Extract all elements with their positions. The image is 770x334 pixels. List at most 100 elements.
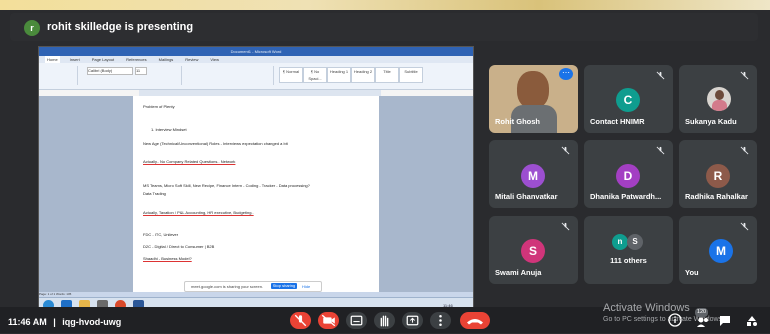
- share-toast-message: meet.google.com is sharing your screen.: [191, 284, 264, 289]
- participant-photo: [707, 87, 731, 111]
- participant-avatar: M: [709, 239, 733, 263]
- style-heading1: Heading 1: [327, 67, 351, 83]
- doc-line: MS Teams, Micro Soft Skill, New Recipe, …: [143, 183, 310, 188]
- doc-line: FDC - ITC, Unilever: [143, 232, 179, 237]
- mic-off-icon: [561, 146, 570, 155]
- more-options-button[interactable]: [430, 312, 451, 329]
- style-normal: ¶ Normal: [279, 67, 303, 83]
- camera-off-icon: [321, 314, 336, 327]
- mic-off-icon: [294, 314, 307, 327]
- raise-hand-button[interactable]: [374, 312, 395, 329]
- font-group: Calibri (Body) 11: [81, 66, 182, 85]
- others-avatar-1: n: [612, 234, 628, 250]
- screen-share-toast: meet.google.com is sharing your screen. …: [184, 281, 322, 292]
- word-ribbon-tabs: Home Insert Page Layout References Maili…: [39, 56, 473, 63]
- mic-off-icon: [561, 222, 570, 231]
- meeting-time: 11:46 AM: [8, 317, 47, 327]
- mic-off-icon: [656, 146, 665, 155]
- word-ribbon: Calibri (Body) 11 ¶ Normal ¶ No Spaci...…: [39, 63, 473, 90]
- style-subtitle: Subtitle: [399, 67, 423, 83]
- mic-off-icon: [740, 71, 749, 80]
- paragraph-group: [185, 66, 274, 85]
- participant-avatar: R: [706, 164, 730, 188]
- camera-toggle-button[interactable]: [318, 312, 339, 329]
- doc-line: D2C - Digital / Direct to Consumer | B2B: [143, 244, 215, 249]
- avatar-initial: S: [528, 244, 537, 258]
- more-vert-icon: [439, 315, 442, 326]
- participant-tile-dhanika[interactable]: D Dhanika Patwardh...: [584, 140, 673, 208]
- doc-line: Actually.. No Company Related Questions.…: [143, 159, 236, 164]
- participant-avatar: C: [616, 88, 640, 112]
- captions-button[interactable]: [346, 312, 367, 329]
- participant-tile-mitali[interactable]: M Mitali Ghanvatkar: [489, 140, 578, 208]
- avatar-initial: R: [713, 169, 723, 183]
- participant-tile-others[interactable]: n S 111 others: [584, 216, 673, 284]
- avatar-initial: M: [528, 169, 538, 183]
- participant-avatar: M: [521, 164, 545, 188]
- participant-tile-rohit-ghosh[interactable]: ⋯ Rohit Ghosh: [489, 65, 578, 133]
- participant-name: Contact HNIMR: [590, 117, 645, 126]
- participant-tile-contact-hnimr[interactable]: C Contact HNIMR: [584, 65, 673, 133]
- clipboard-group: [41, 66, 78, 85]
- activities-icon[interactable]: [745, 314, 759, 328]
- info-icon[interactable]: [668, 313, 682, 327]
- people-icon[interactable]: [696, 316, 710, 328]
- meeting-code: iqg-hvod-uwg: [62, 317, 122, 327]
- meeting-separator: |: [53, 317, 56, 327]
- participant-avatar: D: [616, 164, 640, 188]
- mic-off-icon: [656, 71, 665, 80]
- present-screen-icon: [406, 315, 419, 326]
- doc-line: Shaadhi - Business Model?: [143, 256, 192, 261]
- style-no-spacing: ¶ No Spaci...: [303, 67, 327, 83]
- more-options-icon[interactable]: ⋯: [559, 68, 573, 80]
- font-size-box: 11: [135, 67, 147, 75]
- chat-icon[interactable]: [718, 314, 732, 328]
- others-initial-2: S: [632, 237, 638, 246]
- doc-line: Actually, Taxation / P&L Accounting, HR …: [143, 210, 254, 215]
- word-tab-mailings: Mailings: [158, 57, 174, 62]
- captions-icon: [350, 315, 363, 326]
- present-button[interactable]: [402, 312, 423, 329]
- word-tab-references: References: [126, 57, 147, 62]
- participant-name: Rohit Ghosh: [495, 117, 540, 126]
- avatar-initial: M: [716, 244, 726, 258]
- avatar-initial: C: [623, 93, 633, 107]
- style-title: Title: [375, 67, 399, 83]
- doc-line: New Age (Technical/Unconventional) Roles…: [143, 141, 288, 146]
- word-tab-page-layout: Page Layout: [91, 57, 115, 62]
- avatar-initial: D: [623, 169, 633, 183]
- meeting-info: 11:46 AM | iqg-hvod-uwg: [8, 317, 121, 327]
- mic-off-icon: [740, 222, 749, 231]
- participant-name: Swami Anuja: [495, 268, 542, 277]
- stop-sharing-button[interactable]: Stop sharing: [271, 283, 297, 289]
- word-tab-home: Home: [45, 56, 60, 63]
- doc-line: Problem of Plenty: [143, 104, 175, 109]
- others-avatar-2: S: [627, 234, 643, 250]
- participant-tile-you[interactable]: M You: [679, 216, 757, 284]
- word-tab-insert: Insert: [69, 57, 80, 62]
- presenting-label: rohit skilledge is presenting: [47, 21, 194, 33]
- document-page: Problem of Plenty 1. Interview Mindset N…: [133, 96, 379, 292]
- others-count: 111 others: [610, 256, 647, 265]
- word-window-title: Document1 - Microsoft Word: [39, 47, 473, 56]
- end-call-button[interactable]: [460, 312, 490, 329]
- others-initial-1: n: [617, 237, 623, 246]
- participant-name: Mitali Ghanvatkar: [495, 192, 558, 201]
- hide-button[interactable]: Hide: [302, 284, 310, 289]
- doc-line: Data Trading: [143, 191, 166, 196]
- participant-name: Dhanika Patwardh...: [590, 192, 662, 201]
- mic-toggle-button[interactable]: [290, 312, 311, 329]
- word-tab-view: View: [210, 57, 220, 62]
- style-heading2: Heading 2: [351, 67, 375, 83]
- presenter-avatar: r: [24, 20, 40, 36]
- doc-line: 1. Interview Mindset: [151, 127, 187, 132]
- participant-tile-radhika[interactable]: R Radhika Rahalkar: [679, 140, 757, 208]
- participant-tile-swami-anuja[interactable]: S Swami Anuja: [489, 216, 578, 284]
- participant-name: Radhika Rahalkar: [685, 192, 748, 201]
- participant-tile-sukanya-kadu[interactable]: Sukanya Kadu: [679, 65, 757, 133]
- participant-avatar: S: [521, 239, 545, 263]
- shared-screen: Document1 - Microsoft Word Home Insert P…: [38, 46, 474, 314]
- participant-video: [517, 71, 549, 109]
- mic-off-icon: [740, 146, 749, 155]
- word-tab-review: Review: [185, 57, 199, 62]
